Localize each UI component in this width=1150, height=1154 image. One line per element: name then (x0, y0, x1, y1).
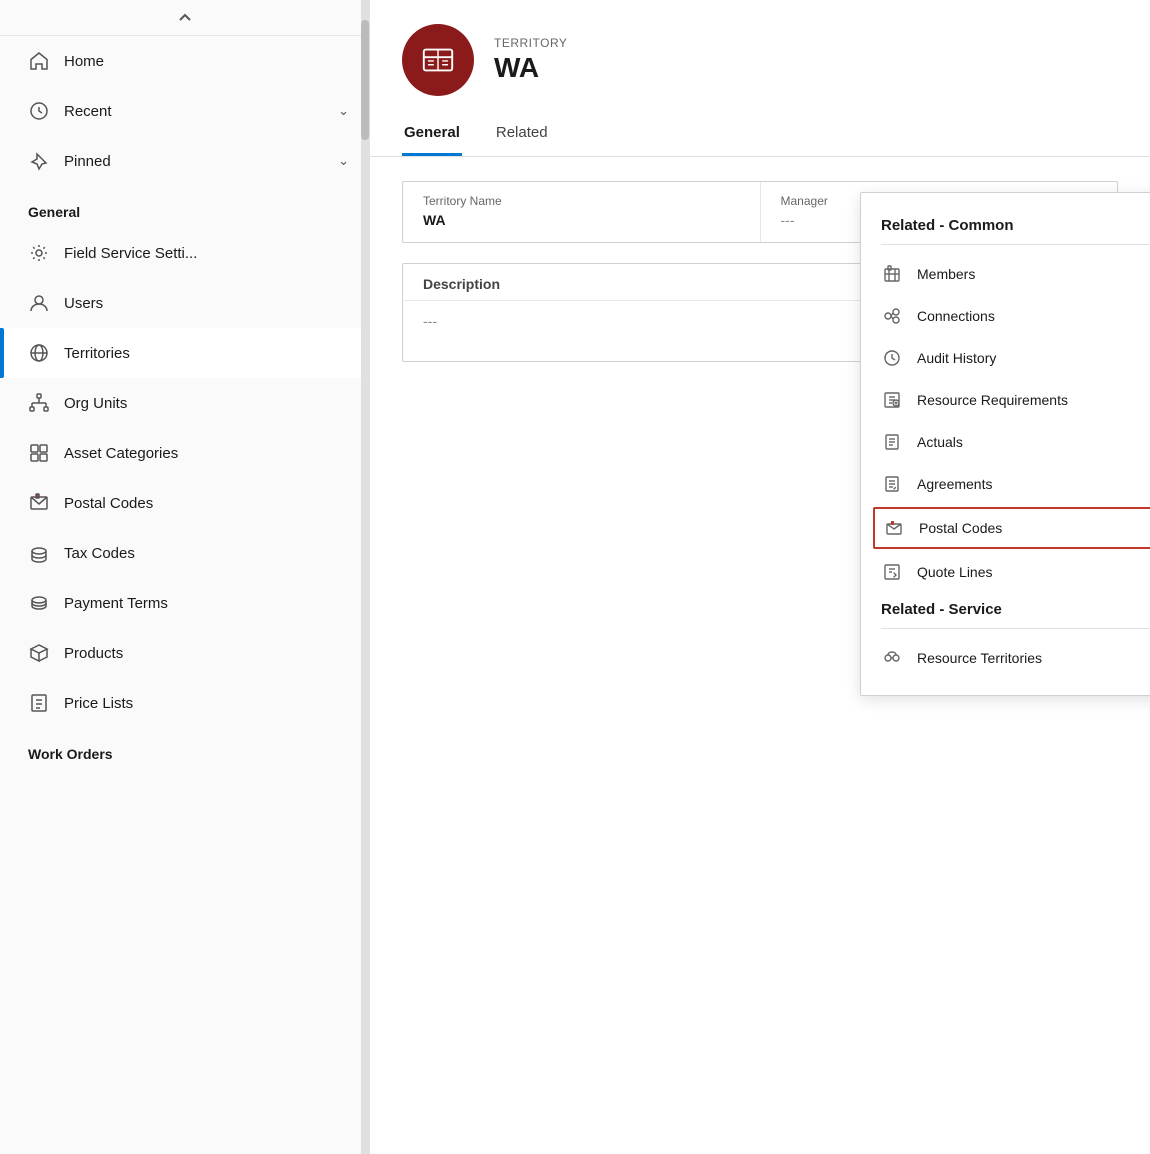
postal-icon (883, 517, 905, 539)
sidebar-item-home[interactable]: Home (0, 36, 369, 86)
sidebar-item-postal-codes-label: Postal Codes (64, 495, 349, 512)
dropdown-item-agreements-label: Agreements (917, 476, 992, 492)
tab-related[interactable]: Related (494, 114, 550, 156)
user-icon (28, 292, 50, 314)
dropdown-item-members-label: Members (917, 266, 975, 282)
sidebar-item-tax-codes[interactable]: Tax Codes (0, 528, 369, 578)
dropdown-item-actuals-label: Actuals (917, 434, 963, 450)
dropdown-item-connections-label: Connections (917, 308, 995, 324)
related-dropdown-panel: Related - Common Members (860, 192, 1150, 696)
record-avatar (402, 24, 474, 96)
sidebar-item-asset-categories[interactable]: Asset Categories (0, 428, 369, 478)
dropdown-divider-common (881, 244, 1150, 245)
sidebar-scroll-up[interactable] (0, 0, 369, 36)
sidebar: Home Recent ⌄ Pinned ⌄ General Field (0, 0, 370, 1154)
sidebar-item-home-label: Home (64, 53, 349, 70)
actuals-icon (881, 431, 903, 453)
tax-icon (28, 542, 50, 564)
connections-icon (881, 305, 903, 327)
tab-general[interactable]: General (402, 114, 462, 156)
sidebar-section-work-orders: Work Orders (0, 728, 369, 770)
territory-name-label: Territory Name (423, 194, 740, 208)
tabs-bar: General Related (370, 114, 1150, 157)
sidebar-item-pinned[interactable]: Pinned ⌄ (0, 136, 369, 186)
product-icon (28, 642, 50, 664)
record-type-label: TERRITORY (494, 36, 567, 50)
sidebar-scrollbar-thumb[interactable] (361, 20, 369, 140)
asset-icon (28, 442, 50, 464)
agreements-icon (881, 473, 903, 495)
sidebar-item-users-label: Users (64, 295, 349, 312)
sidebar-item-recent[interactable]: Recent ⌄ (0, 86, 369, 136)
main-content: TERRITORY WA General Related Territory N… (370, 0, 1150, 1154)
sidebar-item-price-lists-label: Price Lists (64, 695, 349, 712)
form-cell-territory-name: Territory Name WA (403, 182, 761, 242)
sidebar-item-price-lists[interactable]: Price Lists (0, 678, 369, 728)
pricelist-icon (28, 692, 50, 714)
sidebar-item-territories-label: Territories (64, 345, 349, 362)
dropdown-item-agreements[interactable]: Agreements (861, 463, 1150, 505)
dropdown-item-audit-history[interactable]: Audit History (861, 337, 1150, 379)
sidebar-item-field-service-label: Field Service Setti... (64, 245, 349, 262)
sidebar-item-tax-codes-label: Tax Codes (64, 545, 349, 562)
sidebar-item-org-units[interactable]: Org Units (0, 378, 369, 428)
sidebar-item-products[interactable]: Products (0, 628, 369, 678)
sidebar-item-recent-label: Recent (64, 103, 324, 120)
payment-icon (28, 592, 50, 614)
org-icon (28, 392, 50, 414)
dropdown-item-resource-territories[interactable]: Resource Territories (861, 637, 1150, 679)
dropdown-item-quote-lines-label: Quote Lines (917, 564, 993, 580)
home-icon (28, 50, 50, 72)
dropdown-item-postal-codes[interactable]: Postal Codes (873, 507, 1150, 549)
dropdown-item-actuals[interactable]: Actuals (861, 421, 1150, 463)
resource-req-icon (881, 389, 903, 411)
territory-name-value: WA (423, 212, 740, 228)
record-name: WA (494, 52, 567, 84)
group-icon (881, 263, 903, 285)
sidebar-item-payment-terms-label: Payment Terms (64, 595, 349, 612)
dropdown-divider-service (881, 628, 1150, 629)
sidebar-item-payment-terms[interactable]: Payment Terms (0, 578, 369, 628)
history-icon (881, 347, 903, 369)
dropdown-section-service-header: Related - Service (861, 593, 1150, 628)
record-header: TERRITORY WA (370, 0, 1150, 114)
dropdown-item-audit-history-label: Audit History (917, 350, 996, 366)
dropdown-item-resource-requirements[interactable]: Resource Requirements (861, 379, 1150, 421)
globe-icon (28, 342, 50, 364)
pin-icon (28, 150, 50, 172)
dropdown-item-resource-requirements-label: Resource Requirements (917, 392, 1068, 408)
sidebar-item-postal-codes[interactable]: Postal Codes (0, 478, 369, 528)
resource-territories-icon (881, 647, 903, 669)
sidebar-item-territories[interactable]: Territories (0, 328, 369, 378)
sidebar-scrollbar[interactable] (361, 0, 369, 1154)
dropdown-section-common-header: Related - Common (861, 209, 1150, 244)
sidebar-item-field-service[interactable]: Field Service Setti... (0, 228, 369, 278)
quote-icon (881, 561, 903, 583)
sidebar-item-pinned-label: Pinned (64, 153, 324, 170)
dropdown-item-postal-codes-label: Postal Codes (919, 520, 1002, 536)
dropdown-item-connections[interactable]: Connections (861, 295, 1150, 337)
dropdown-item-quote-lines[interactable]: Quote Lines (861, 551, 1150, 593)
clock-icon (28, 100, 50, 122)
sidebar-item-users[interactable]: Users (0, 278, 369, 328)
sidebar-section-general: General (0, 186, 369, 228)
dropdown-item-members[interactable]: Members (861, 253, 1150, 295)
record-title-block: TERRITORY WA (494, 36, 567, 84)
chevron-down-icon: ⌄ (338, 103, 349, 119)
sidebar-item-products-label: Products (64, 645, 349, 662)
gear-icon (28, 242, 50, 264)
dropdown-item-resource-territories-label: Resource Territories (917, 650, 1042, 666)
mail-icon (28, 492, 50, 514)
sidebar-item-org-units-label: Org Units (64, 395, 349, 412)
sidebar-item-asset-categories-label: Asset Categories (64, 445, 349, 462)
chevron-down-icon-2: ⌄ (338, 153, 349, 169)
